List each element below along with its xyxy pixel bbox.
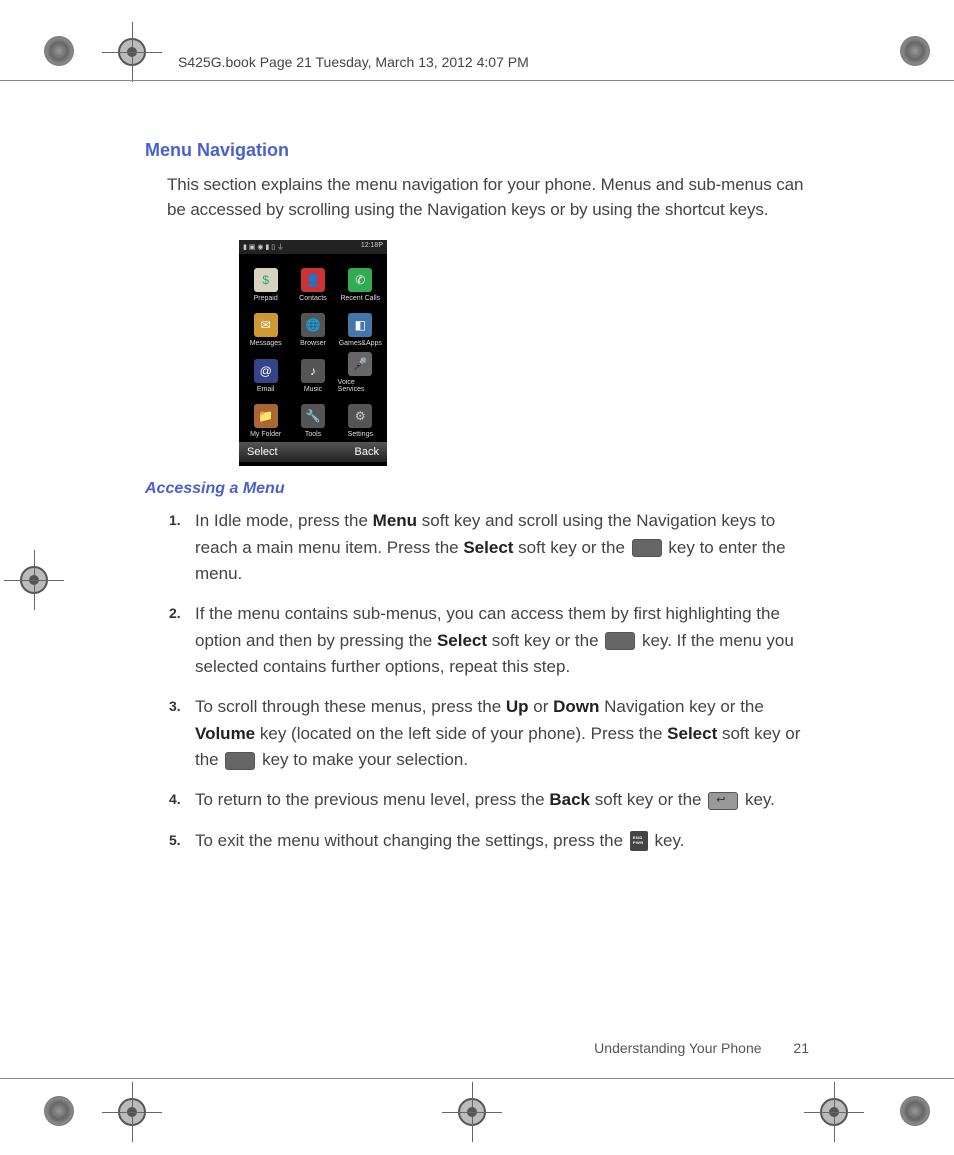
- menu-icon: 📁: [254, 404, 278, 428]
- page-content: Menu Navigation This section explains th…: [145, 140, 809, 868]
- back-key-icon: [708, 792, 738, 810]
- print-header: S425G.book Page 21 Tuesday, March 13, 20…: [178, 54, 924, 70]
- page-number: 21: [793, 1040, 809, 1056]
- ok-key-icon: [632, 539, 662, 557]
- crop-line: [0, 1078, 954, 1079]
- step: 4.To return to the previous menu level, …: [169, 787, 809, 813]
- bold-term: Select: [437, 631, 487, 650]
- menu-item-prepaid: $ Prepaid: [243, 258, 288, 302]
- menu-label: Games&Apps: [339, 340, 382, 347]
- registration-target: [118, 38, 146, 66]
- menu-icon: @: [254, 359, 278, 383]
- step-text: To exit the menu without changing the se…: [195, 828, 809, 854]
- step-text: To return to the previous menu level, pr…: [195, 787, 809, 813]
- registration-target: [458, 1098, 486, 1126]
- bold-term: Up: [506, 697, 529, 716]
- softkey-right: Back: [355, 446, 379, 458]
- phone-menu-screenshot: ▮ ▣ ◉ ▮ ▯ ⏚ 12:18P $ Prepaid 👤 Contacts ✆ Rec…: [239, 240, 387, 466]
- phone-menu-grid: $ Prepaid 👤 Contacts ✆ Recent Calls ✉ Messages 🌐…: [239, 254, 387, 442]
- ok-key-icon: [225, 752, 255, 770]
- step-number: 3.: [169, 694, 195, 773]
- bold-term: Volume: [195, 724, 255, 743]
- step: 5.To exit the menu without changing the …: [169, 828, 809, 854]
- intro-paragraph: This section explains the menu navigatio…: [167, 173, 809, 222]
- menu-item-settings: ⚙ Settings: [338, 395, 383, 439]
- step: 2.If the menu contains sub-menus, you ca…: [169, 601, 809, 680]
- bold-term: Select: [463, 538, 513, 557]
- status-icons: ▮ ▣ ◉ ▮ ▯ ⏚: [243, 242, 284, 254]
- step-number: 4.: [169, 787, 195, 813]
- step: 1.In Idle mode, press the Menu soft key …: [169, 508, 809, 587]
- step-number: 5.: [169, 828, 195, 854]
- menu-item-tools: 🔧 Tools: [290, 395, 335, 439]
- registration-target: [20, 566, 48, 594]
- step-text: If the menu contains sub-menus, you can …: [195, 601, 809, 680]
- menu-label: Contacts: [299, 295, 327, 302]
- menu-label: Voice Services: [338, 379, 383, 393]
- menu-label: Tools: [305, 431, 321, 438]
- footer-section-name: Understanding Your Phone: [594, 1040, 761, 1056]
- softkey-left: Select: [247, 446, 278, 458]
- menu-item-browser: 🌐 Browser: [290, 304, 335, 348]
- registration-mark: [44, 36, 74, 66]
- phone-status-bar: ▮ ▣ ◉ ▮ ▯ ⏚ 12:18P: [239, 240, 387, 254]
- menu-label: Browser: [300, 340, 326, 347]
- step: 3.To scroll through these menus, press t…: [169, 694, 809, 773]
- menu-label: Prepaid: [254, 295, 278, 302]
- end-key-icon: [630, 831, 648, 851]
- menu-icon: $: [254, 268, 278, 292]
- menu-item-email: @ Email: [243, 349, 288, 393]
- menu-item-contacts: 👤 Contacts: [290, 258, 335, 302]
- ok-key-icon: [605, 632, 635, 650]
- registration-mark: [900, 1096, 930, 1126]
- menu-item-messages: ✉ Messages: [243, 304, 288, 348]
- menu-item-recent-calls: ✆ Recent Calls: [338, 258, 383, 302]
- registration-target: [118, 1098, 146, 1126]
- step-number: 2.: [169, 601, 195, 680]
- menu-icon: 👤: [301, 268, 325, 292]
- bold-term: Menu: [373, 511, 417, 530]
- menu-label: Email: [257, 386, 275, 393]
- registration-target: [820, 1098, 848, 1126]
- step-text: To scroll through these menus, press the…: [195, 694, 809, 773]
- menu-item-my-folder: 📁 My Folder: [243, 395, 288, 439]
- menu-label: My Folder: [250, 431, 281, 438]
- menu-icon: 🎤: [348, 352, 372, 376]
- crop-line: [0, 80, 954, 81]
- step-number: 1.: [169, 508, 195, 587]
- page-footer: Understanding Your Phone 21: [594, 1040, 809, 1056]
- phone-softkey-bar: Select Back: [239, 442, 387, 462]
- bold-term: Down: [553, 697, 599, 716]
- menu-icon: ✉: [254, 313, 278, 337]
- menu-item-music: ♪ Music: [290, 349, 335, 393]
- menu-icon: ✆: [348, 268, 372, 292]
- bold-term: Select: [667, 724, 717, 743]
- phone-time: 12:18P: [361, 242, 383, 254]
- menu-label: Music: [304, 386, 322, 393]
- menu-item-voice-services: 🎤 Voice Services: [338, 349, 383, 393]
- subsection-heading: Accessing a Menu: [145, 480, 809, 498]
- menu-label: Settings: [348, 431, 373, 438]
- section-heading: Menu Navigation: [145, 140, 809, 161]
- menu-label: Messages: [250, 340, 282, 347]
- menu-icon: ♪: [301, 359, 325, 383]
- steps-list: 1.In Idle mode, press the Menu soft key …: [169, 508, 809, 854]
- step-text: In Idle mode, press the Menu soft key an…: [195, 508, 809, 587]
- menu-icon: ⚙: [348, 404, 372, 428]
- bold-term: Back: [549, 790, 590, 809]
- menu-icon: ◧: [348, 313, 372, 337]
- menu-icon: 🌐: [301, 313, 325, 337]
- menu-label: Recent Calls: [340, 295, 380, 302]
- menu-icon: 🔧: [301, 404, 325, 428]
- registration-mark: [44, 1096, 74, 1126]
- menu-item-games-apps: ◧ Games&Apps: [338, 304, 383, 348]
